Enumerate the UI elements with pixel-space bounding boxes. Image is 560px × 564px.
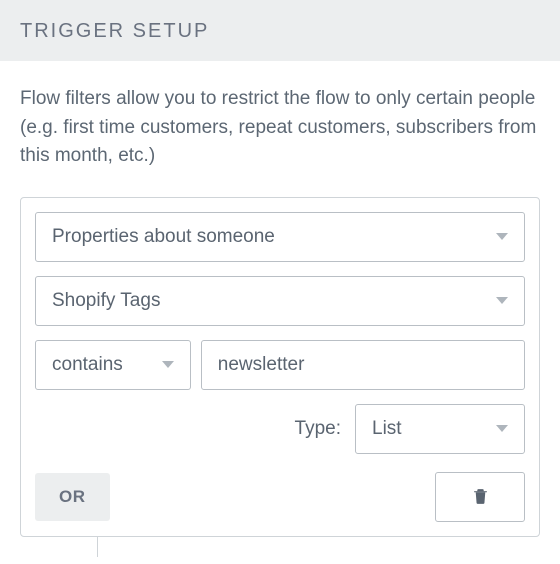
panel-title: TRIGGER SETUP — [20, 20, 540, 43]
operator-select[interactable]: contains — [35, 340, 191, 390]
filter-value-input[interactable] — [201, 340, 525, 390]
type-value: List — [372, 418, 402, 440]
chevron-down-icon — [162, 361, 174, 368]
filter-condition-box: Properties about someone Shopify Tags co… — [20, 197, 540, 537]
or-button[interactable]: OR — [35, 473, 110, 521]
panel-header: TRIGGER SETUP — [0, 0, 560, 61]
filter-description: Flow filters allow you to restrict the f… — [20, 85, 540, 171]
filter-actions-row: OR — [35, 472, 525, 522]
attribute-value: Shopify Tags — [52, 290, 160, 312]
property-type-value: Properties about someone — [52, 226, 275, 248]
chevron-down-icon — [496, 297, 508, 304]
panel-content: Flow filters allow you to restrict the f… — [0, 61, 560, 557]
operator-value-row: contains — [35, 340, 525, 390]
connector-line — [97, 537, 540, 557]
type-row: Type: List — [35, 404, 525, 454]
chevron-down-icon — [496, 233, 508, 240]
operator-value: contains — [52, 354, 123, 376]
property-type-select[interactable]: Properties about someone — [35, 212, 525, 262]
trash-icon — [473, 488, 488, 505]
type-select[interactable]: List — [355, 404, 525, 454]
chevron-down-icon — [496, 425, 508, 432]
delete-filter-button[interactable] — [435, 472, 525, 522]
type-label: Type: — [295, 418, 341, 440]
attribute-select[interactable]: Shopify Tags — [35, 276, 525, 326]
